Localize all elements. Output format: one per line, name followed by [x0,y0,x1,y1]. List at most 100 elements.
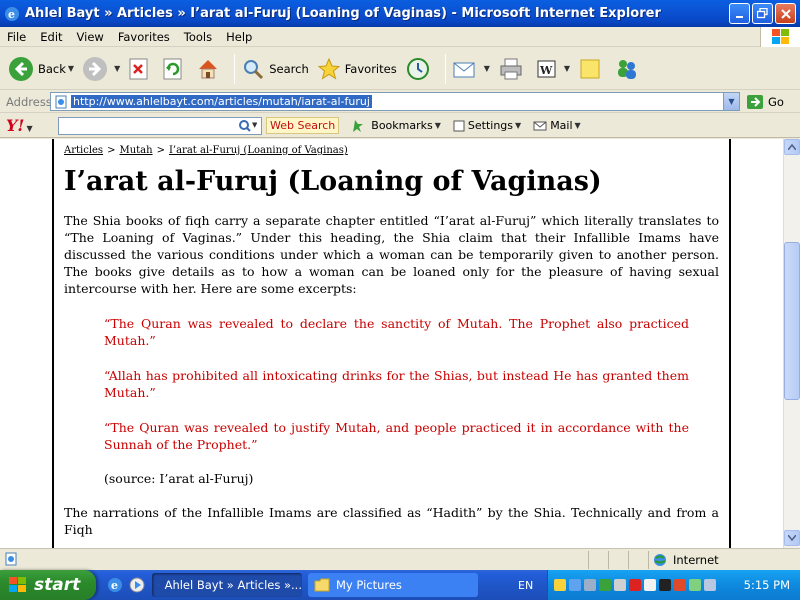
breadcrumb-mutah[interactable]: Mutah [119,145,152,156]
chevron-down-icon[interactable]: ▼ [68,64,74,73]
search-button[interactable]: Search [239,51,311,87]
volume-icon[interactable] [584,579,596,591]
maximize-button[interactable] [752,3,773,24]
mail-button-yahoo[interactable]: Mail ▼ [533,119,581,132]
bulb-icon[interactable] [554,579,566,591]
menu-edit[interactable]: Edit [33,30,69,44]
language-indicator[interactable]: EN [518,579,533,592]
ie-icon[interactable]: e [106,576,124,594]
menu-view[interactable]: View [70,30,111,44]
close-icon [780,8,791,19]
web-search-button[interactable]: Web Search [266,117,340,134]
chevron-down-icon[interactable]: ▼ [114,64,120,73]
display-icon[interactable] [614,579,626,591]
stop-icon [129,58,148,79]
breadcrumb-current[interactable]: I’arat al-Furuj (Loaning of Vaginas) [169,145,348,156]
favorites-button[interactable]: Favorites [315,51,399,87]
zone-label: Internet [673,552,719,567]
chevron-down-icon[interactable]: ▼ [575,121,581,130]
home-button[interactable] [194,51,226,87]
go-arrow-icon [747,94,763,109]
security-icon[interactable] [644,579,656,591]
messenger-button[interactable] [612,51,646,87]
minimize-button[interactable] [729,3,750,24]
ie-icon: e [5,6,19,21]
task-my-pictures[interactable]: My Pictures [308,573,478,597]
menu-tools[interactable]: Tools [177,30,219,44]
back-arrow-icon [9,56,33,81]
vertical-scrollbar[interactable] [783,139,800,548]
yahoo-logo[interactable]: Y! ▼ [6,116,50,135]
mail-button[interactable]: ▼ [450,51,492,87]
page-viewport: Articles > Mutah > I’arat al-Furuj (Loaning … [0,139,783,548]
bookmarks-button[interactable]: Bookmarks ▼ [351,119,441,133]
history-button[interactable] [403,51,437,87]
breadcrumb: Articles > Mutah > I’arat al-Furuj (Loaning … [64,145,719,156]
chevron-down-icon[interactable]: ▼ [564,64,570,73]
task-browser[interactable]: e Ahlel Bayt » Articles »... [152,573,302,597]
yahoo-search-input[interactable]: ▼ [58,116,262,135]
chevron-down-icon[interactable]: ▼ [435,121,441,130]
messenger-tray-icon[interactable] [599,579,611,591]
menu-file[interactable]: File [0,30,33,44]
back-button[interactable]: Back ▼ [6,51,76,87]
refresh-button[interactable] [160,51,190,87]
menu-favorites[interactable]: Favorites [111,30,177,44]
back-label: Back [38,61,66,76]
breadcrumb-separator: > [107,145,116,156]
word-edit-icon: W [537,60,556,77]
windows-logo-icon [760,27,800,47]
settings-button[interactable]: Settings ▼ [453,119,521,132]
minimize-icon [735,15,743,18]
bookmarks-label: Bookmarks [371,119,433,132]
chevron-down-icon[interactable]: ▼ [515,121,521,130]
scroll-thumb[interactable] [784,242,800,400]
mail-label: Mail [550,119,573,132]
shield-icon[interactable] [629,579,641,591]
antivirus-icon[interactable] [659,579,671,591]
folder-icon [314,578,330,592]
update-icon[interactable] [704,579,716,591]
sync-icon[interactable] [689,579,701,591]
settings-icon [453,120,465,131]
system-tray: 5:15 PM [547,570,800,600]
page-icon [55,95,67,108]
chevron-down-icon[interactable]: ▼ [723,93,739,110]
search-icon: ▼ [239,119,257,132]
firewall-icon[interactable] [674,579,686,591]
print-button[interactable] [496,51,530,87]
mail-icon [533,121,547,130]
quote-1: “The Quran was revealed to declare the s… [104,316,689,349]
chevron-down-icon[interactable]: ▼ [484,64,490,73]
go-button[interactable]: Go [746,94,784,110]
article: Articles > Mutah > I’arat al-Furuj (Loaning … [52,139,731,548]
quote-3: “The Quran was revealed to justify Mutah… [104,420,689,453]
chevron-down-icon[interactable]: ▼ [26,123,32,133]
discuss-button[interactable] [576,51,608,87]
toolbar-separator [444,53,446,84]
source-note: (source: I’arat al-Furuj) [104,471,254,487]
media-player-icon[interactable] [128,576,146,594]
stop-button[interactable] [126,51,156,87]
close-button[interactable] [775,3,796,24]
refresh-icon [163,58,182,79]
status-segment [628,550,648,569]
breadcrumb-articles[interactable]: Articles [64,145,103,156]
network-icon[interactable] [569,579,581,591]
edit-button[interactable]: W ▼ [534,51,572,87]
forward-button[interactable]: ▼ [80,51,122,87]
yahoo-toolbar: Y! ▼ ▼ Web Search Bookmarks ▼ Settings ▼ … [0,114,800,138]
history-icon [406,57,429,80]
toolbar-separator [234,53,236,84]
ie-icon: e [158,584,159,586]
scroll-down-button[interactable] [784,530,800,546]
svg-text:▼: ▼ [252,121,257,129]
search-label: Search [269,61,309,76]
clock[interactable]: 5:15 PM [744,578,790,592]
start-button[interactable]: start [0,570,96,600]
address-label: Address [6,94,52,109]
svg-text:W: W [539,64,553,77]
address-input[interactable]: http://www.ahlelbayt.com/articles/mutah/… [50,92,740,111]
menu-help[interactable]: Help [219,30,259,44]
scroll-up-button[interactable] [784,139,800,155]
